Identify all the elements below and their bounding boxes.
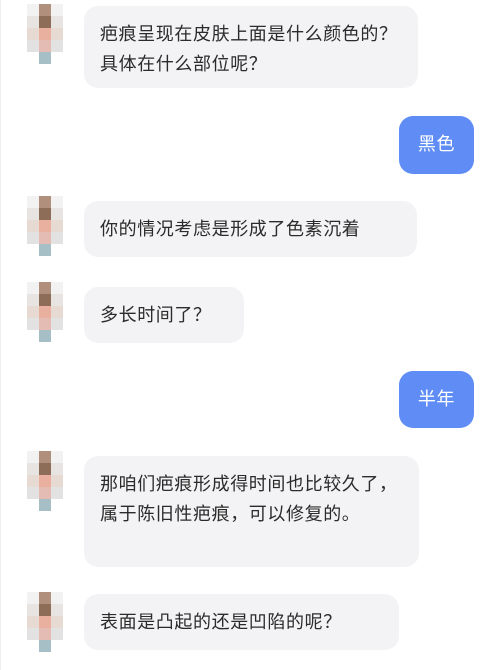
chat-thread: 疤痕呈现在皮肤上面是什么颜色的？ 具体在什么部位呢？ 黑色 你的情况考虑是形成了… (0, 0, 486, 670)
chat-left-border (0, 0, 1, 670)
doctor-avatar (27, 282, 63, 342)
doctor-message-bubble: 那咱们疤痕形成得时间也比较久了，属于陈旧性疤痕，可以修复的。 (84, 456, 419, 567)
doctor-avatar (27, 592, 63, 652)
doctor-message-bubble: 表面是凸起的还是凹陷的呢？ (84, 594, 399, 650)
user-message-bubble: 黑色 (399, 116, 474, 174)
doctor-avatar (27, 451, 63, 511)
doctor-message-bubble: 多长时间了？ (84, 287, 244, 343)
doctor-avatar (27, 196, 63, 256)
user-message-bubble: 半年 (399, 371, 474, 428)
doctor-message-bubble: 你的情况考虑是形成了色素沉着 (84, 201, 417, 257)
doctor-avatar (27, 4, 63, 64)
doctor-message-bubble: 疤痕呈现在皮肤上面是什么颜色的？ 具体在什么部位呢？ (84, 6, 418, 88)
